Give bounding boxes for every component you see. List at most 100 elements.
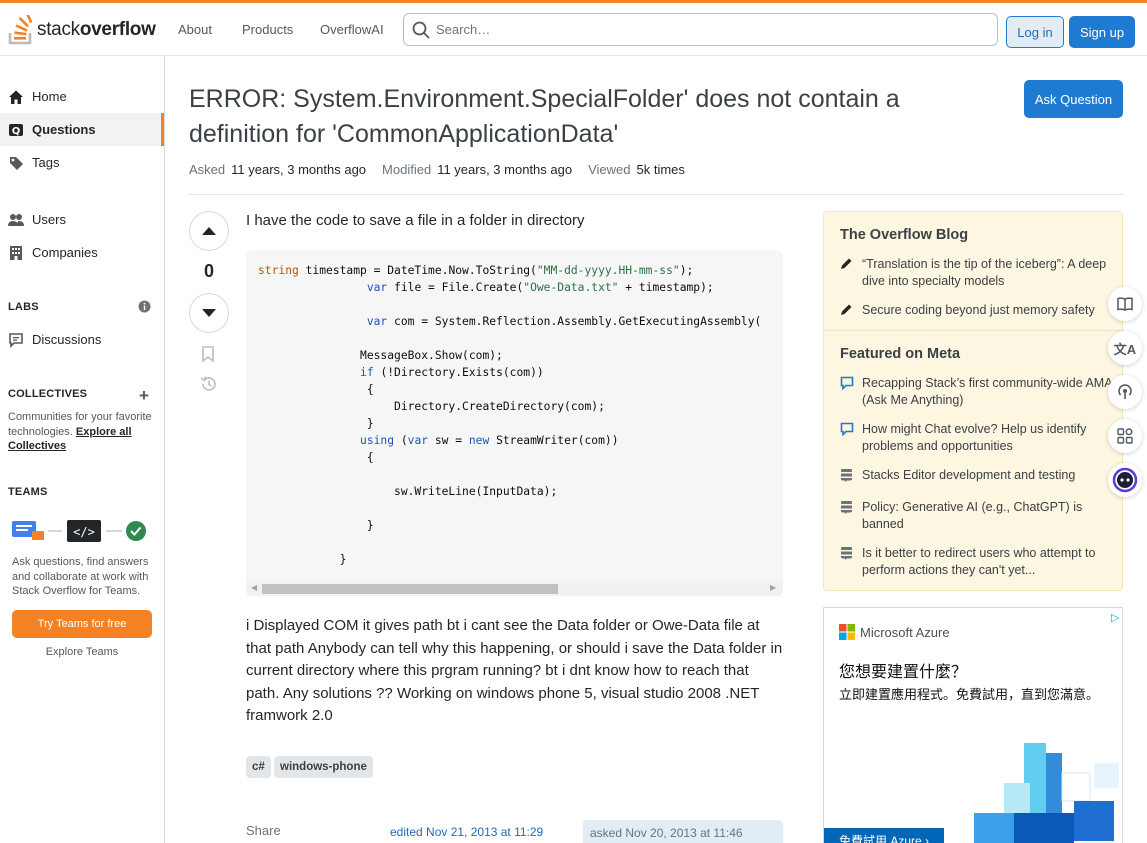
downvote-button[interactable] xyxy=(189,293,229,333)
stack-exchange-icon xyxy=(840,467,862,487)
stack-exchange-icon xyxy=(840,499,862,533)
modified-value[interactable]: 11 years, 3 months ago xyxy=(437,162,572,177)
meta-item[interactable]: Stacks Editor development and testing xyxy=(840,467,1115,487)
viewed-label: Viewed xyxy=(588,162,631,177)
meta-item[interactable]: Recapping Stack’s first community-wide A… xyxy=(840,375,1115,409)
meta-item[interactable]: Is it better to redirect users who attem… xyxy=(840,545,1115,579)
translate-icon: 文A xyxy=(1113,341,1137,357)
meta-item-text[interactable]: Policy: Generative AI (e.g., ChatGPT) is… xyxy=(862,499,1115,533)
scroll-left-icon[interactable]: ◀ xyxy=(251,583,257,592)
nav-overflowai[interactable]: OverflowAI xyxy=(320,22,384,37)
blog-item-text[interactable]: “Translation is the tip of the iceberg”:… xyxy=(862,256,1115,290)
ad-brand: Microsoft Azure xyxy=(839,624,950,640)
meta-item[interactable]: How might Chat evolve? Help us identify … xyxy=(840,421,1115,455)
arrow-down-icon xyxy=(202,309,216,317)
asked-card-text: asked Nov 20, 2013 at 11:46 xyxy=(590,826,743,840)
sidebar-item-label: Companies xyxy=(32,245,98,260)
teams-illustration: </> xyxy=(12,519,152,545)
home-icon xyxy=(8,89,24,105)
share-link[interactable]: Share xyxy=(246,823,281,838)
sidebar-item-label: Discussions xyxy=(32,332,102,347)
meta-item-text[interactable]: Recapping Stack’s first community-wide A… xyxy=(862,375,1115,409)
stack-exchange-icon xyxy=(840,545,862,579)
blog-item[interactable]: Secure coding beyond just memory safety xyxy=(840,302,1115,321)
blog-item-text[interactable]: Secure coding beyond just memory safety xyxy=(862,302,1115,321)
asked-card: asked Nov 20, 2013 at 11:46 xyxy=(583,820,783,843)
stack-logo-icon xyxy=(8,15,33,45)
scrollbar-thumb[interactable] xyxy=(262,584,558,594)
sidebar-item-label: Tags xyxy=(32,155,60,170)
upvote-button[interactable] xyxy=(189,211,229,251)
question-body: i Displayed COM it gives path bt i cant … xyxy=(246,617,783,725)
try-teams-button[interactable]: Try Teams for free xyxy=(12,610,152,638)
search-box[interactable] xyxy=(403,13,998,46)
collectives-heading: COLLECTIVES xyxy=(8,388,88,400)
blog-heading: The Overflow Blog xyxy=(840,227,969,243)
asked-value[interactable]: 11 years, 3 months ago xyxy=(231,162,366,177)
tag-icon xyxy=(8,155,24,171)
assistant-bot-icon xyxy=(1112,467,1138,493)
question-meta: Asked 11 years, 3 months ago Modified 11… xyxy=(189,162,701,177)
history-icon[interactable] xyxy=(199,375,219,396)
ad-cta-button[interactable]: 免費試用 Azure › xyxy=(824,828,944,843)
modified-label: Modified xyxy=(382,162,432,177)
blog-item[interactable]: “Translation is the tip of the iceberg”:… xyxy=(840,256,1115,290)
meta-item-text[interactable]: Stacks Editor development and testing xyxy=(862,467,1115,487)
plus-icon[interactable]: + xyxy=(139,386,149,406)
explore-teams-link[interactable]: Explore Teams xyxy=(0,646,164,658)
sidebar-item-discussions[interactable]: Discussions xyxy=(0,323,164,356)
sidebar-item-companies[interactable]: Companies xyxy=(0,236,164,269)
assistant-button[interactable] xyxy=(1108,463,1142,497)
nav-products[interactable]: Products xyxy=(242,22,293,37)
asked-label: Asked xyxy=(189,162,226,177)
users-icon xyxy=(8,212,24,228)
left-sidebar: Home Q Questions Tags Users Companies LA… xyxy=(0,56,165,843)
reader-mode-button[interactable] xyxy=(1108,287,1142,321)
edited-link[interactable]: edited Nov 21, 2013 at 11:29 xyxy=(390,825,543,839)
questions-icon: Q xyxy=(8,122,24,138)
stackoverflow-logo[interactable]: stackoverflow xyxy=(8,13,156,47)
ask-question-button[interactable]: Ask Question xyxy=(1024,80,1123,118)
translate-button[interactable]: 文A xyxy=(1108,331,1142,365)
nav-about[interactable]: About xyxy=(178,22,212,37)
apps-button[interactable] xyxy=(1108,419,1142,453)
microsoft-logo-icon xyxy=(839,624,855,640)
meta-item-text[interactable]: Is it better to redirect users who attem… xyxy=(862,545,1115,579)
bookmark-icon[interactable] xyxy=(199,345,217,366)
divider xyxy=(189,194,1123,195)
discussions-icon xyxy=(8,332,24,348)
svg-text:</>: </> xyxy=(73,525,95,539)
signup-button[interactable]: Sign up xyxy=(1069,16,1135,48)
book-icon xyxy=(1117,297,1133,311)
tag-csharp[interactable]: c# xyxy=(246,756,271,778)
chat-bubble-icon xyxy=(840,375,862,409)
pencil-icon xyxy=(840,302,862,321)
code-text: string timestamp = DateTime.Now.ToString… xyxy=(258,264,762,566)
teams-description: Ask questions, find answers and collabor… xyxy=(12,556,149,597)
sidebar-item-tags[interactable]: Tags xyxy=(0,146,164,179)
podcast-icon xyxy=(1118,384,1132,399)
search-icon xyxy=(412,21,430,39)
adchoices-icon[interactable]: ▷ xyxy=(1111,611,1119,624)
teams-heading: TEAMS xyxy=(8,486,48,498)
sidebar-item-home[interactable]: Home xyxy=(0,80,164,113)
chat-bubble-icon xyxy=(840,421,862,455)
meta-item-text[interactable]: How might Chat evolve? Help us identify … xyxy=(862,421,1115,455)
question-intro: I have the code to save a file in a fold… xyxy=(246,212,585,229)
sidebar-item-users[interactable]: Users xyxy=(0,203,164,236)
podcast-button[interactable] xyxy=(1108,375,1142,409)
tag-windows-phone[interactable]: windows-phone xyxy=(274,756,373,778)
collectives-description: Communities for your favorite technologi… xyxy=(8,411,152,452)
advertisement[interactable]: ▷ Microsoft Azure 您想要建置什麼？ 立即建置應用程式。免費試用… xyxy=(823,607,1123,843)
overflow-blog-widget: The Overflow Blog “Translation is the ti… xyxy=(823,211,1123,591)
login-button[interactable]: Log in xyxy=(1006,16,1064,48)
sidebar-item-label: Home xyxy=(32,89,67,104)
horizontal-scrollbar[interactable]: ◀ ▶ xyxy=(246,581,783,596)
sidebar-item-questions[interactable]: Q Questions xyxy=(0,113,164,146)
search-input[interactable] xyxy=(436,22,976,37)
meta-item[interactable]: Policy: Generative AI (e.g., ChatGPT) is… xyxy=(840,499,1115,533)
scroll-right-icon[interactable]: ▶ xyxy=(770,583,776,592)
info-icon[interactable] xyxy=(138,300,151,316)
question-title[interactable]: ERROR: System.Environment.SpecialFolder'… xyxy=(189,82,989,152)
sidebar-item-label: Questions xyxy=(32,122,96,137)
